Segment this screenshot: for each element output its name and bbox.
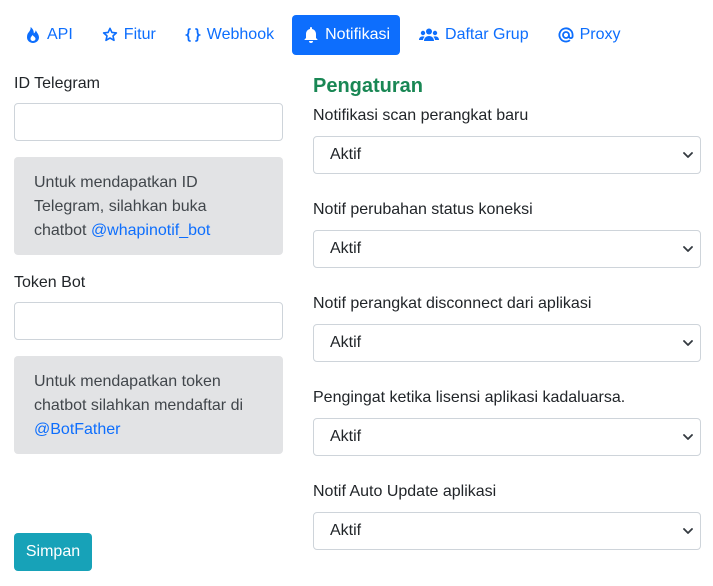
setting-license-expiry: Pengingat ketika lisensi aplikasi kadalu… <box>313 386 701 456</box>
tab-webhook[interactable]: Webhook <box>174 15 284 55</box>
notification-settings: Pengaturan Notifikasi scan perangkat bar… <box>313 72 701 550</box>
select-value: Aktif <box>330 240 362 257</box>
at-icon <box>557 26 575 44</box>
tab-label: Proxy <box>579 26 621 43</box>
token-bot-label: Token Bot <box>14 274 86 291</box>
setting-select[interactable]: Aktif <box>313 418 701 456</box>
select-value: Aktif <box>330 428 362 445</box>
telegram-id-info: Untuk mendapatkan ID Telegram, silahkan … <box>14 157 283 255</box>
botfather-link[interactable]: @BotFather <box>34 421 121 438</box>
setting-label: Pengingat ketika lisensi aplikasi kadalu… <box>313 389 626 406</box>
setting-connection-status: Notif perubahan status koneksi Aktif <box>313 198 701 268</box>
tab-notifikasi[interactable]: Notifikasi <box>292 15 401 55</box>
setting-select[interactable]: Aktif <box>313 512 701 550</box>
telegram-id-label: ID Telegram <box>14 75 100 92</box>
token-bot-info: Untuk mendapatkan token chatbot silahkan… <box>14 356 283 454</box>
save-button[interactable]: Simpan <box>14 533 92 571</box>
braces-icon <box>184 26 202 44</box>
chevron-down-icon <box>683 246 693 252</box>
star-icon <box>101 26 119 44</box>
select-value: Aktif <box>330 522 362 539</box>
tab-proxy[interactable]: Proxy <box>547 15 631 55</box>
telegram-id-input[interactable] <box>14 103 283 141</box>
settings-heading: Pengaturan <box>313 75 424 97</box>
setting-new-device-scan: Notifikasi scan perangkat baru Aktif <box>313 104 701 174</box>
chevron-down-icon <box>683 340 693 346</box>
setting-select[interactable]: Aktif <box>313 230 701 268</box>
setting-select[interactable]: Aktif <box>313 136 701 174</box>
setting-label: Notif perubahan status koneksi <box>313 201 533 218</box>
tab-label: Notifikasi <box>325 26 391 43</box>
setting-label: Notif perangkat disconnect dari aplikasi <box>313 295 592 312</box>
tab-label: API <box>47 26 73 43</box>
telegram-settings: ID Telegram Untuk mendapatkan ID Telegra… <box>14 72 283 454</box>
whapinotif-bot-link[interactable]: @whapinotif_bot <box>91 222 210 239</box>
select-value: Aktif <box>330 146 362 163</box>
tab-label: Fitur <box>123 26 156 43</box>
setting-auto-update: Notif Auto Update aplikasi Aktif <box>313 480 701 550</box>
token-bot-input[interactable] <box>14 302 283 340</box>
tab-daftar-grup[interactable]: Daftar Grup <box>408 15 539 55</box>
setting-select[interactable]: Aktif <box>313 324 701 362</box>
token-bot-info-text: Untuk mendapatkan token chatbot silahkan… <box>34 373 244 414</box>
fire-icon <box>24 26 42 44</box>
select-value: Aktif <box>330 334 362 351</box>
setting-device-disconnect: Notif perangkat disconnect dari aplikasi… <box>313 292 701 362</box>
users-icon <box>418 26 440 44</box>
tab-api[interactable]: API <box>14 15 83 55</box>
tab-bar: API Fitur Webhook Notifikasi Daftar Grup… <box>14 15 639 55</box>
tab-label: Webhook <box>206 26 275 43</box>
setting-label: Notifikasi scan perangkat baru <box>313 107 529 124</box>
tab-label: Daftar Grup <box>445 26 529 43</box>
bell-icon <box>302 26 320 44</box>
chevron-down-icon <box>683 152 693 158</box>
chevron-down-icon <box>683 528 693 534</box>
chevron-down-icon <box>683 434 693 440</box>
tab-fitur[interactable]: Fitur <box>91 15 166 55</box>
setting-label: Notif Auto Update aplikasi <box>313 483 497 500</box>
